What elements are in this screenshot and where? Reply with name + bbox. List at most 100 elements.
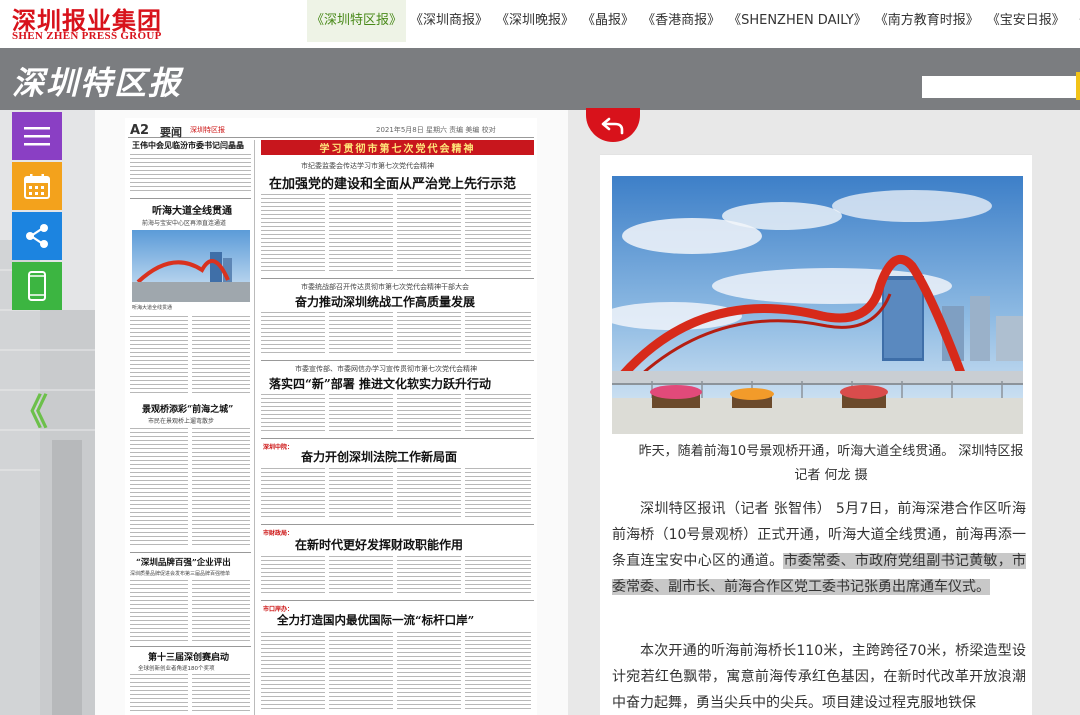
thumbnail-caption: 听海大道全线贯通	[132, 305, 173, 311]
divider	[130, 646, 251, 647]
page-header: A2 要闻 深圳特区报 2021年5月8日 星期六 责编 美编 校对	[128, 122, 534, 139]
text-block	[465, 556, 531, 596]
article-headline[interactable]: “深圳品牌百强”企业评出	[136, 556, 231, 568]
back-button[interactable]	[586, 108, 640, 142]
group-logo-english: SHEN ZHEN PRESS GROUP	[12, 30, 162, 42]
article-kicker: 市委统战部召开传达贯彻市第七次党代会精神干部大会	[301, 283, 469, 291]
special-topic-banner: 学习贯彻市第七次党代会精神	[261, 140, 534, 155]
article-paragraph: 深圳特区报讯（记者 张智伟） 5月7日，前海深港合作区听海前海桥（10号景观桥）…	[612, 496, 1027, 600]
article-subhead: 市民在景观桥上遛弯散步	[148, 418, 215, 425]
photo-caption: 昨天，随着前海10号景观桥开通，听海大道全线贯通。 深圳特区报记者 何龙 摄	[638, 444, 1024, 483]
divider	[130, 198, 251, 199]
text-block	[465, 312, 531, 356]
search-input[interactable]	[922, 76, 1076, 98]
article-kicker: 市委宣传部、市委网信办学习宣传贯彻市第七次党代会精神	[295, 365, 477, 373]
nav-item-shenzhen-evening-news[interactable]: 《深圳晚报》	[492, 0, 578, 42]
divider	[261, 600, 534, 601]
left-column: 王伟中会见临汾市委书记闫晶晶 听海大道全线贯通 前海与宝安中心区再添直连通道 听…	[128, 140, 255, 715]
nav-item-south-education[interactable]: 《南方教育时报》	[871, 0, 983, 42]
article-headline[interactable]: 奋力开创深圳法院工作新局面	[301, 448, 457, 465]
page-number: A2	[130, 123, 150, 138]
text-block	[329, 468, 393, 518]
article-subhead: 深圳质量品牌促进会发布第三届品牌百强榜单	[130, 571, 231, 577]
article-headline[interactable]: 听海大道全线贯通	[152, 202, 232, 217]
article-headline[interactable]: 王伟中会见临汾市委书记闫晶晶	[132, 140, 244, 151]
top-bar: 深圳报业集团 SHEN ZHEN PRESS GROUP 《深圳特区报》 《深圳…	[0, 0, 1080, 48]
article-subhead: 前海与宝安中心区再添直连通道	[142, 220, 227, 227]
text-block	[192, 580, 250, 642]
text-block	[465, 394, 531, 434]
text-block	[261, 556, 325, 596]
previous-page-button[interactable]: 《	[12, 395, 48, 431]
text-block	[130, 428, 188, 548]
article-top-rule	[600, 154, 1032, 155]
article-headline[interactable]: 在新时代更好发挥财政职能作用	[295, 536, 463, 553]
text-block	[261, 394, 325, 434]
article-paragraph: 本次开通的听海前海桥长110米，主跨跨径70米，桥梁造型设计宛若红色飘带，寓意前…	[612, 643, 1026, 711]
text-block	[261, 468, 325, 518]
masthead-title: 深圳特区报	[12, 64, 183, 102]
nav-item-baoan-daily[interactable]: 《宝安日报》	[983, 0, 1069, 42]
text-block	[397, 312, 461, 356]
text-block	[397, 194, 461, 274]
menu-icon	[24, 127, 50, 146]
divider	[261, 360, 534, 361]
masthead-banner: 深圳特区报	[0, 48, 1080, 110]
divider	[130, 552, 251, 553]
mobile-button[interactable]	[12, 262, 62, 310]
text-block	[397, 556, 461, 596]
text-block	[130, 674, 188, 714]
nav-item-hk-commercial-daily[interactable]: 《香港商报》	[638, 0, 724, 42]
text-block	[465, 468, 531, 518]
page-section: 要闻	[160, 126, 182, 139]
text-block	[397, 632, 461, 712]
text-block	[397, 394, 461, 434]
text-block	[130, 154, 251, 194]
text-block	[397, 468, 461, 518]
text-block	[261, 194, 325, 274]
nav-item-jing-bao[interactable]: 《晶报》	[578, 0, 638, 42]
nav-item-shenzhen-special-zone-daily[interactable]: 《深圳特区报》	[307, 0, 407, 42]
search-button[interactable]	[1076, 72, 1080, 100]
nav-item-shenzhen-daily[interactable]: 《SHENZHEN DAILY》	[724, 0, 871, 42]
article-headline[interactable]: 全力打造国内最优国际一流“标杆口岸”	[277, 612, 474, 628]
newspaper-page-image[interactable]: A2 要闻 深圳特区报 2021年5月8日 星期六 责编 美编 校对 王伟中会见…	[125, 118, 537, 715]
menu-button[interactable]	[12, 112, 62, 160]
share-button[interactable]	[12, 212, 62, 260]
bridge-thumbnail	[132, 230, 250, 302]
text-block	[329, 394, 393, 434]
calendar-button[interactable]	[12, 162, 62, 210]
text-block	[329, 194, 393, 274]
newspaper-page-panel: A2 要闻 深圳特区报 2021年5月8日 星期六 责编 美编 校对 王伟中会见…	[95, 110, 568, 715]
text-block	[465, 632, 531, 712]
text-block	[329, 312, 393, 356]
return-arrow-icon	[601, 117, 624, 135]
section-tag: 市财政局：	[263, 530, 294, 537]
nav-item-shenzhen-economic-daily[interactable]: 《深圳商报》	[406, 0, 492, 42]
page-meta: 2021年5月8日 星期六 责编 美编 校对	[376, 126, 496, 134]
text-block	[329, 556, 393, 596]
right-column: 学习贯彻市第七次党代会精神 市纪委监委会传达学习市第七次党代会精神 在加强党的建…	[261, 140, 534, 715]
text-block	[261, 632, 325, 712]
nav-item-more[interactable]: 《经	[1069, 0, 1080, 42]
article-subhead: 全球创新创业者角逐180个奖项	[138, 666, 215, 672]
article-headline[interactable]: 奋力推动深圳统战工作高质量发展	[295, 293, 475, 310]
article-headline[interactable]: 落实四“新”部署 推进文化软实力跃升行动	[269, 375, 491, 392]
calendar-icon	[24, 174, 50, 199]
section-tag: 深圳中院：	[263, 444, 294, 451]
article-kicker: 市纪委监委会传达学习市第七次党代会精神	[301, 162, 434, 170]
text-block	[192, 428, 250, 548]
article-headline[interactable]: 在加强党的建设和全面从严治党上先行示范	[269, 173, 516, 192]
divider	[261, 278, 534, 279]
text-block	[329, 632, 393, 712]
text-block	[192, 316, 250, 396]
newspaper-nav: 《深圳特区报》 《深圳商报》 《深圳晚报》 《晶报》 《香港商报》 《SHENZ…	[307, 0, 1080, 48]
text-block	[192, 674, 250, 714]
article-headline[interactable]: 景观桥添彩“前海之城”	[142, 402, 233, 415]
share-icon	[26, 224, 48, 248]
bridge-photo	[612, 176, 1023, 434]
article-headline[interactable]: 第十三届深创赛启动	[148, 650, 229, 663]
text-block	[130, 316, 188, 396]
mobile-icon	[28, 271, 46, 301]
text-block	[465, 194, 531, 274]
